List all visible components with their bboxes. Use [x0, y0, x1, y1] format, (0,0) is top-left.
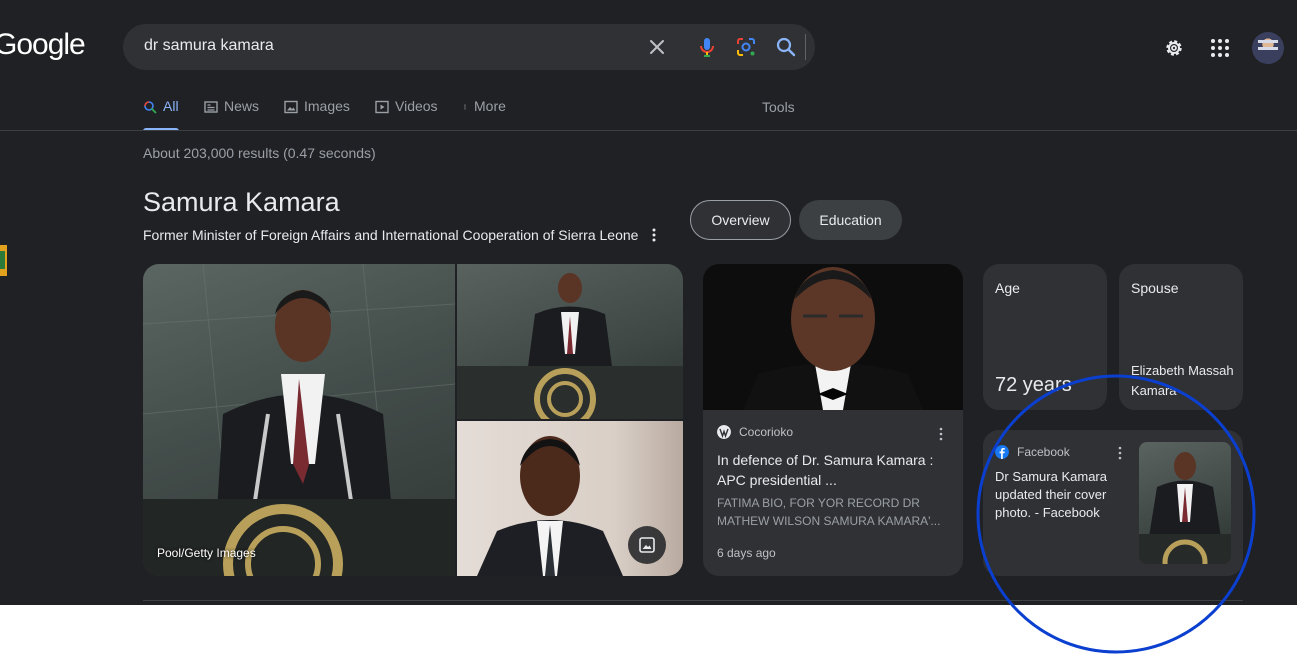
knowledge-panel-subtitle: Former Minister of Foreign Affairs and I…: [143, 227, 639, 243]
facebook-icon: [995, 445, 1009, 459]
tab-label: News: [224, 98, 260, 114]
podium-portrait-image: [143, 264, 455, 576]
wordpress-icon: [717, 425, 731, 439]
image-icon: [639, 537, 655, 553]
image-credit: Pool/Getty Images: [157, 546, 256, 560]
news-icon: [204, 101, 218, 113]
search-results-page: Google dr samura kamara All News Images …: [0, 0, 1297, 605]
chip-education[interactable]: Education: [799, 200, 902, 240]
person-photo-podium[interactable]: [457, 264, 683, 419]
chip-overview[interactable]: Overview: [690, 200, 791, 240]
news-portrait-image: [743, 267, 923, 410]
side-thumbnail[interactable]: [0, 245, 7, 276]
news-source-name: Cocorioko: [739, 425, 794, 439]
results-count: About 203,000 results (0.47 seconds): [143, 145, 376, 161]
more-options-icon[interactable]: [648, 227, 660, 243]
tab-all[interactable]: All: [143, 98, 179, 131]
facebook-source-name: Facebook: [1017, 445, 1070, 459]
age-value: 72 years: [995, 374, 1072, 396]
facebook-post-text[interactable]: Dr Samura Kamara updated their cover pho…: [995, 468, 1127, 522]
tab-label: All: [163, 98, 179, 114]
search-box[interactable]: dr samura kamara: [123, 24, 815, 70]
person-photo-portrait[interactable]: [457, 421, 683, 576]
person-photo-main[interactable]: Pool/Getty Images: [143, 264, 455, 576]
tab-label: Videos: [395, 98, 438, 114]
image-search-button[interactable]: [628, 526, 666, 564]
knowledge-panel-title: Samura Kamara: [143, 187, 340, 217]
microphone-icon[interactable]: [695, 35, 719, 59]
play-icon: [375, 100, 389, 114]
facebook-source: Facebook: [995, 445, 1070, 459]
news-title[interactable]: In defence of Dr. Samura Kamara : APC pr…: [717, 450, 947, 490]
search-divider: [805, 34, 806, 60]
tab-images[interactable]: Images: [284, 98, 350, 131]
tab-label: More: [474, 98, 506, 114]
image-icon: [284, 100, 298, 114]
section-divider: [143, 600, 1243, 601]
spouse-card[interactable]: Spouse Elizabeth Massah Kamara: [1119, 264, 1243, 410]
avatar[interactable]: [1252, 32, 1284, 64]
age-card[interactable]: Age 72 years: [983, 264, 1107, 410]
spouse-label: Spouse: [1131, 280, 1179, 296]
news-card[interactable]: Cocorioko In defence of Dr. Samura Kamar…: [703, 264, 963, 576]
search-input[interactable]: dr samura kamara: [144, 37, 274, 55]
news-timestamp: 6 days ago: [717, 546, 776, 560]
apps-grid-icon[interactable]: [1208, 36, 1232, 60]
tabs-divider: [0, 130, 1297, 131]
gear-icon[interactable]: [1162, 36, 1186, 60]
news-thumbnail: [703, 264, 963, 410]
age-label: Age: [995, 280, 1020, 296]
spouse-value: Elizabeth Massah Kamara: [1131, 363, 1234, 398]
search-icon[interactable]: [774, 35, 798, 59]
more-options-icon[interactable]: [939, 427, 943, 441]
lens-icon[interactable]: [734, 35, 758, 59]
podium-wide-image: [457, 273, 683, 419]
facebook-thumbnail: [1139, 442, 1231, 564]
image-gallery: Pool/Getty Images: [143, 264, 683, 576]
tab-label: Images: [304, 98, 350, 114]
search-icon: [144, 101, 157, 114]
news-source: Cocorioko: [717, 425, 793, 439]
tab-more[interactable]: More: [462, 98, 506, 131]
news-snippet: FATIMA BIO, FOR YOR RECORD DR MATHEW WIL…: [717, 496, 941, 528]
facebook-card[interactable]: Facebook Dr Samura Kamara updated their …: [983, 430, 1243, 576]
more-vert-icon: [464, 104, 466, 110]
facebook-photo-image: [1139, 452, 1231, 564]
google-logo[interactable]: Google: [0, 28, 86, 62]
tab-news[interactable]: News: [204, 98, 259, 131]
close-icon[interactable]: [645, 35, 669, 59]
tab-videos[interactable]: Videos: [375, 98, 438, 131]
more-options-icon[interactable]: [1118, 446, 1122, 460]
tools-button[interactable]: Tools: [762, 99, 795, 115]
